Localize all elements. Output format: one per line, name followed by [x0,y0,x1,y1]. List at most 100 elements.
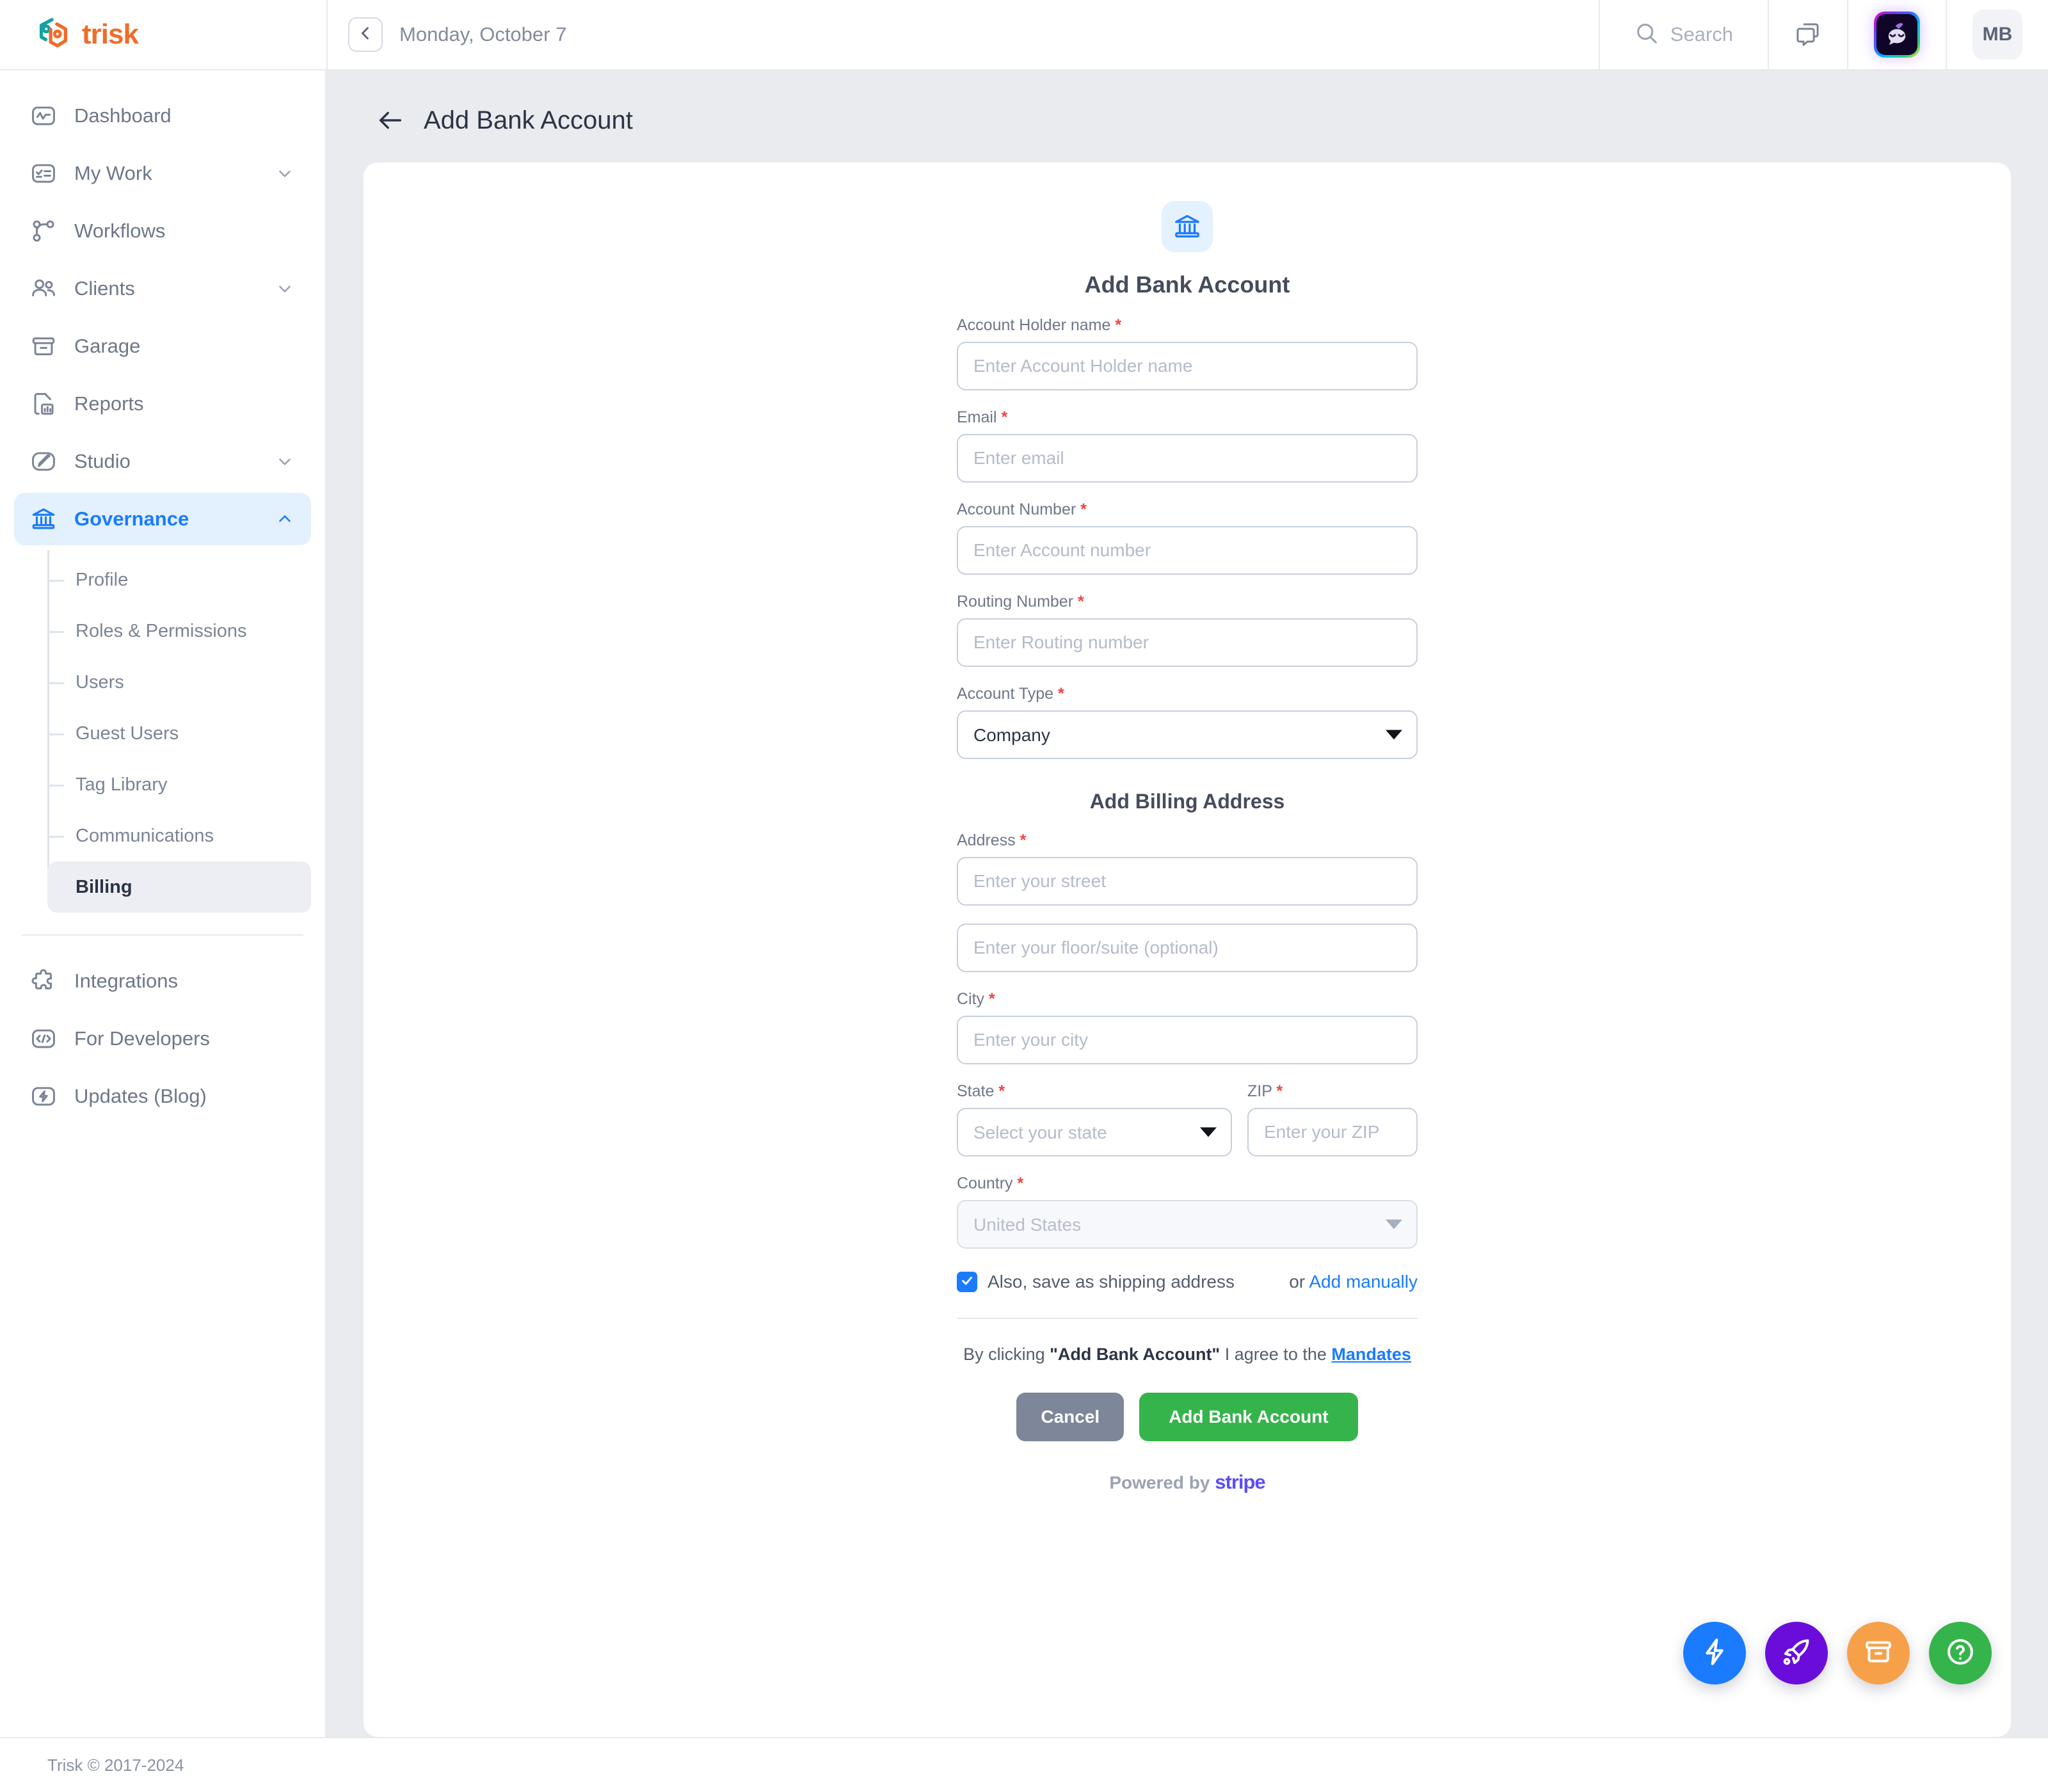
sidebar-item-for-developers[interactable]: For Developers [14,1012,311,1065]
current-date: Monday, October 7 [399,23,567,45]
brand-logo[interactable]: trisk [0,0,326,69]
fab-help[interactable] [1929,1622,1992,1684]
city-input[interactable] [957,1016,1418,1064]
sub-item-label: Users [76,671,124,692]
sub-item-label: Profile [76,569,129,590]
search-icon [1635,21,1659,49]
footer-copyright: Trisk © 2017-2024 [47,1755,184,1775]
account-holder-input[interactable] [957,342,1418,390]
form-title: Add Bank Account [1084,271,1290,298]
lightning-bolt-icon [1699,1636,1731,1671]
fab-launch[interactable] [1765,1622,1828,1684]
sidebar-item-users[interactable]: Users [47,657,311,708]
address-street-input[interactable] [957,857,1418,906]
zip-input[interactable] [1247,1108,1418,1156]
required-asterisk: * [1115,316,1122,334]
sidebar-item-guest-users[interactable]: Guest Users [47,708,311,759]
sidebar-item-updates-blog[interactable]: Updates (Blog) [14,1070,311,1123]
account-type-select[interactable]: Company [957,710,1418,759]
required-asterisk: * [1276,1082,1283,1100]
floating-action-buttons [1683,1622,1992,1684]
chat-button[interactable] [1768,0,1847,69]
country-select: United States [957,1200,1418,1249]
account-type-label: Account Type * [957,685,1064,703]
address-suite-input[interactable] [957,924,1418,972]
email-field[interactable] [957,434,1418,483]
sidebar-collapse-button[interactable] [348,17,383,52]
sidebar-item-garage[interactable]: Garage [14,320,311,372]
sidebar-item-tag-library[interactable]: Tag Library [47,759,311,810]
fab-garage[interactable] [1847,1622,1910,1684]
required-asterisk: * [989,990,995,1008]
app-root: trisk Monday, October 7 Search MB Dashbo… [0,0,2048,1792]
governance-subnav: Profile Roles & Permissions Users Guest … [0,550,325,913]
user-menu[interactable]: MB [1946,0,2048,69]
sub-item-label: Communications [76,825,214,846]
account-number-input[interactable] [957,526,1418,575]
fab-quick-actions[interactable] [1683,1622,1746,1684]
sidebar-item-label: Reports [74,392,144,415]
sidebar-item-clients[interactable]: Clients [14,262,311,315]
chevron-down-icon[interactable] [274,163,296,184]
mandate-middle: I agree to the [1220,1345,1332,1364]
sidebar-divider [22,934,303,936]
sidebar-item-label: Dashboard [74,104,172,127]
routing-number-input[interactable] [957,618,1418,667]
mandate-agreement-text: By clicking "Add Bank Account" I agree t… [957,1345,1418,1364]
sidebar-item-dashboard[interactable]: Dashboard [14,90,311,142]
field-state: State * Select your state [957,1082,1232,1156]
account-number-label: Account Number * [957,500,1087,518]
field-email: Email * [957,408,1418,483]
ai-assistant-button[interactable] [1847,0,1946,69]
sidebar-item-roles-permissions[interactable]: Roles & Permissions [47,605,311,657]
sidebar-item-my-work[interactable]: My Work [14,147,311,200]
state-label: State * [957,1082,1005,1100]
stripe-wordmark: stripe [1215,1471,1265,1493]
required-asterisk: * [1057,685,1064,703]
users-group-icon [29,275,58,303]
required-asterisk: * [1077,593,1084,611]
archive-box-icon [1862,1636,1894,1671]
chevron-down-icon[interactable] [274,278,296,300]
mandate-quoted: "Add Bank Account" [1050,1345,1220,1364]
chevron-down-icon[interactable] [274,451,296,472]
mandates-link[interactable]: Mandates [1331,1345,1411,1364]
trisk-hexagon-logo-icon [33,15,73,54]
sidebar-item-studio[interactable]: Studio [14,435,311,488]
arrow-left-icon[interactable] [374,104,407,137]
avatar[interactable]: MB [1972,10,2022,60]
sidebar-item-billing[interactable]: Billing [47,861,311,913]
add-manually-link[interactable]: Add manually [1309,1272,1418,1292]
sub-item-label: Billing [76,876,132,897]
sidebar-item-integrations[interactable]: Integrations [14,955,311,1007]
cancel-button[interactable]: Cancel [1016,1393,1124,1441]
add-bank-account-button[interactable]: Add Bank Account [1139,1393,1358,1441]
checkmark-icon [960,1274,974,1291]
sidebar-item-profile[interactable]: Profile [47,554,311,605]
form-divider [957,1318,1418,1319]
search-button[interactable]: Search [1598,0,1768,69]
sidebar-item-governance[interactable]: Governance [14,493,311,545]
page-header: Add Bank Account [326,70,2048,163]
sidebar-item-workflows[interactable]: Workflows [14,205,311,257]
address-label: Address * [957,831,1027,849]
field-account-number: Account Number * [957,500,1418,575]
billing-section-title: Add Billing Address [1089,790,1285,813]
add-manually-row: or Add manually [1289,1272,1418,1292]
save-shipping-checkbox[interactable] [957,1272,977,1292]
sidebar-item-reports[interactable]: Reports [14,378,311,430]
sidebar-item-communications[interactable]: Communications [47,810,311,861]
sub-item-label: Roles & Permissions [76,620,247,641]
field-account-type: Account Type * Company [957,685,1418,759]
code-brackets-icon [29,1025,58,1053]
zip-label: ZIP * [1247,1082,1283,1100]
required-asterisk: * [1080,500,1087,518]
chevron-up-icon[interactable] [274,508,296,530]
state-select[interactable]: Select your state [957,1108,1232,1156]
top-bar: trisk Monday, October 7 Search MB [0,0,2048,70]
footer: Trisk © 2017-2024 [0,1737,2048,1792]
sidebar-item-label: My Work [74,162,152,184]
report-chart-icon [29,390,58,418]
question-mark-circle-icon [1944,1636,1976,1671]
sidebar-item-label: For Developers [74,1027,210,1050]
